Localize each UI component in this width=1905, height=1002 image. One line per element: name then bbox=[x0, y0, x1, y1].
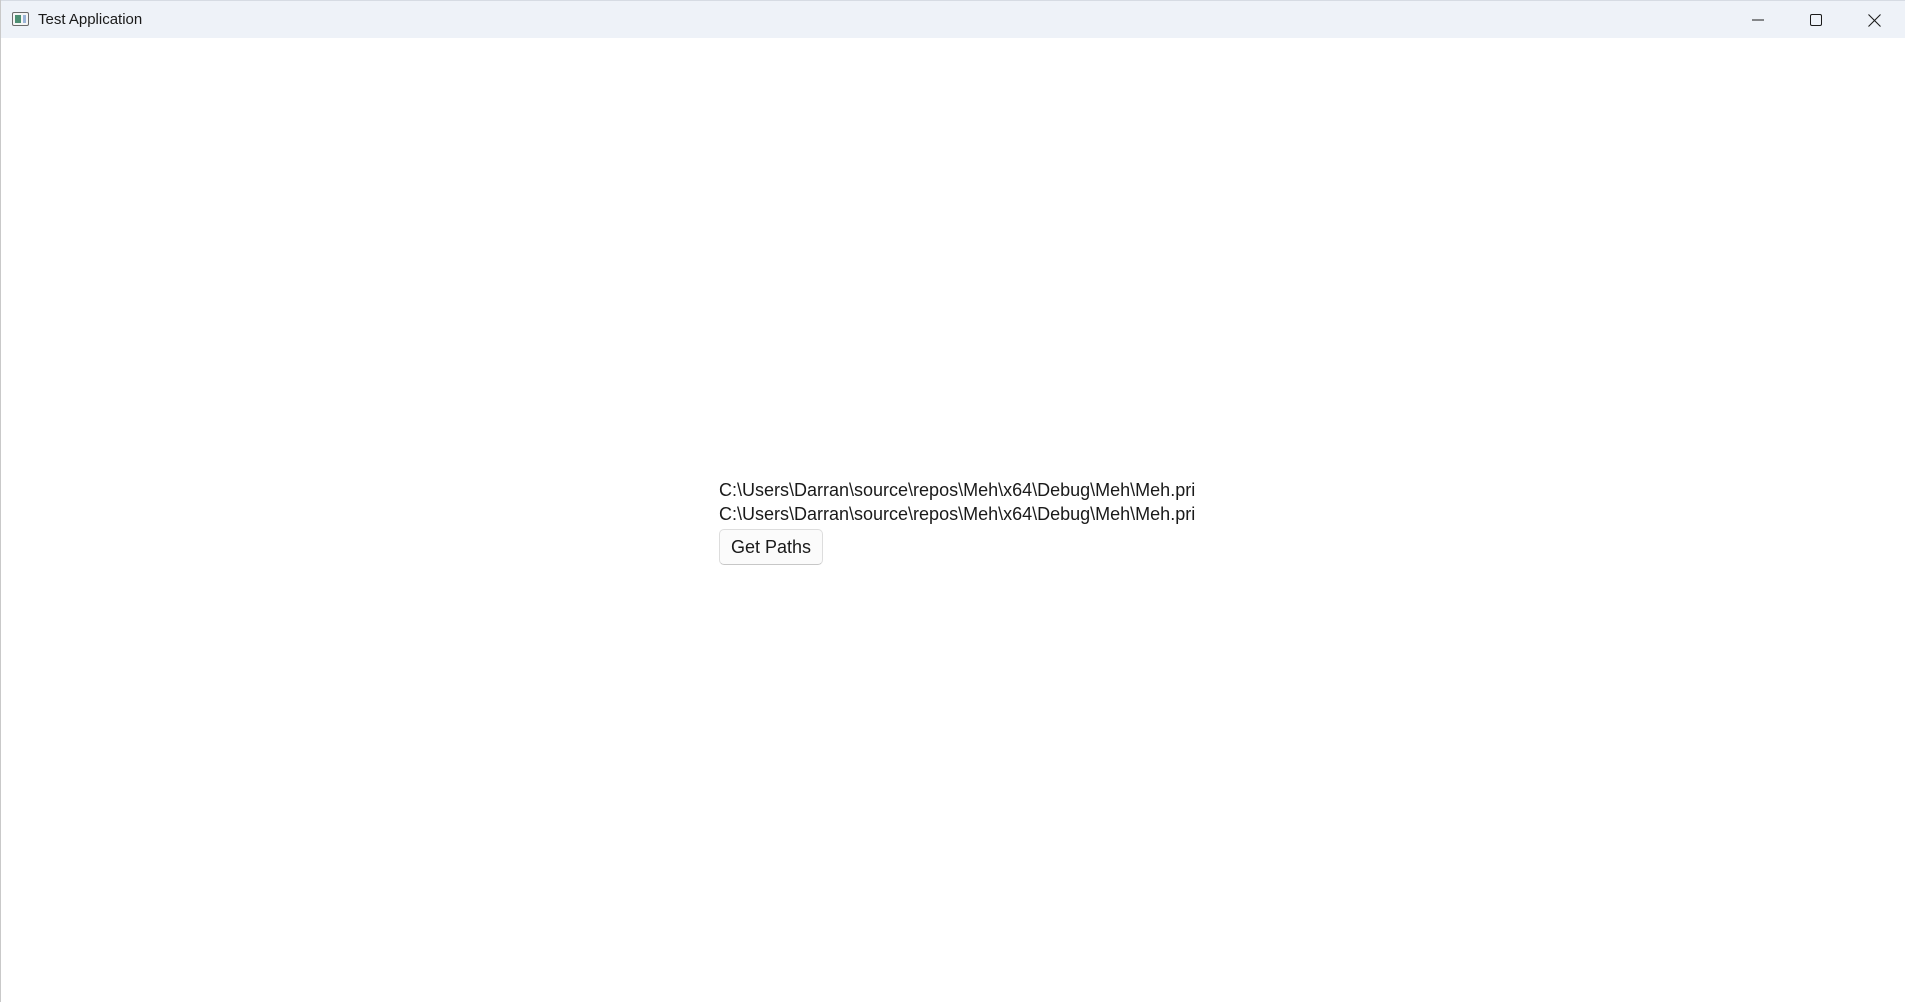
minimize-icon bbox=[1752, 19, 1764, 21]
close-button[interactable] bbox=[1845, 1, 1903, 39]
get-paths-button[interactable]: Get Paths bbox=[719, 529, 823, 565]
title-bar[interactable]: Test Application bbox=[1, 0, 1905, 38]
close-icon bbox=[1867, 13, 1881, 27]
application-window: Test Application C:\Users\Darran\source\… bbox=[0, 0, 1905, 1002]
minimize-button[interactable] bbox=[1729, 1, 1787, 39]
path-text-1: C:\Users\Darran\source\repos\Meh\x64\Deb… bbox=[719, 480, 1196, 500]
content-area: C:\Users\Darran\source\repos\Meh\x64\Deb… bbox=[1, 38, 1905, 1002]
app-icon bbox=[12, 12, 29, 26]
maximize-icon bbox=[1810, 14, 1822, 26]
maximize-button[interactable] bbox=[1787, 1, 1845, 39]
window-title: Test Application bbox=[38, 11, 143, 28]
path-text-2: C:\Users\Darran\source\repos\Meh\x64\Deb… bbox=[719, 504, 1196, 524]
